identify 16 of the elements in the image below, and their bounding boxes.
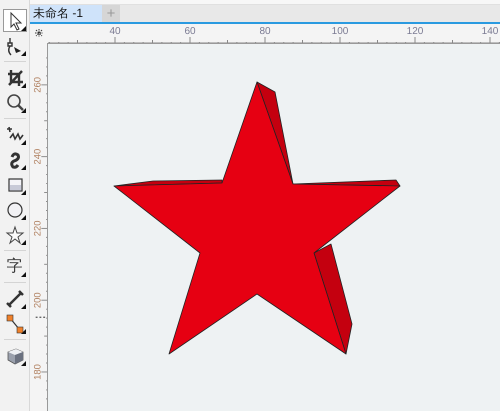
dimension-tool-icon	[4, 288, 26, 310]
ruler-label: 260	[32, 76, 44, 93]
document-tab[interactable]: 未命名 -1	[30, 5, 102, 22]
polygon-tool-icon	[4, 224, 26, 246]
pointer-tool-button[interactable]	[2, 9, 26, 32]
ruler-label: 240	[32, 148, 44, 165]
connector-tool-icon	[4, 312, 26, 334]
ruler-label: 200	[32, 292, 44, 308]
ruler-label: 60	[184, 26, 196, 37]
ruler-label: 40	[109, 26, 121, 37]
ruler-label: 140	[482, 26, 498, 37]
ruler-label: 100	[332, 26, 348, 37]
ruler-label: 120	[406, 26, 424, 37]
ruler-label: 180	[32, 364, 44, 380]
ruler-label: 80	[259, 26, 271, 37]
ruler-label: 220	[32, 220, 44, 236]
